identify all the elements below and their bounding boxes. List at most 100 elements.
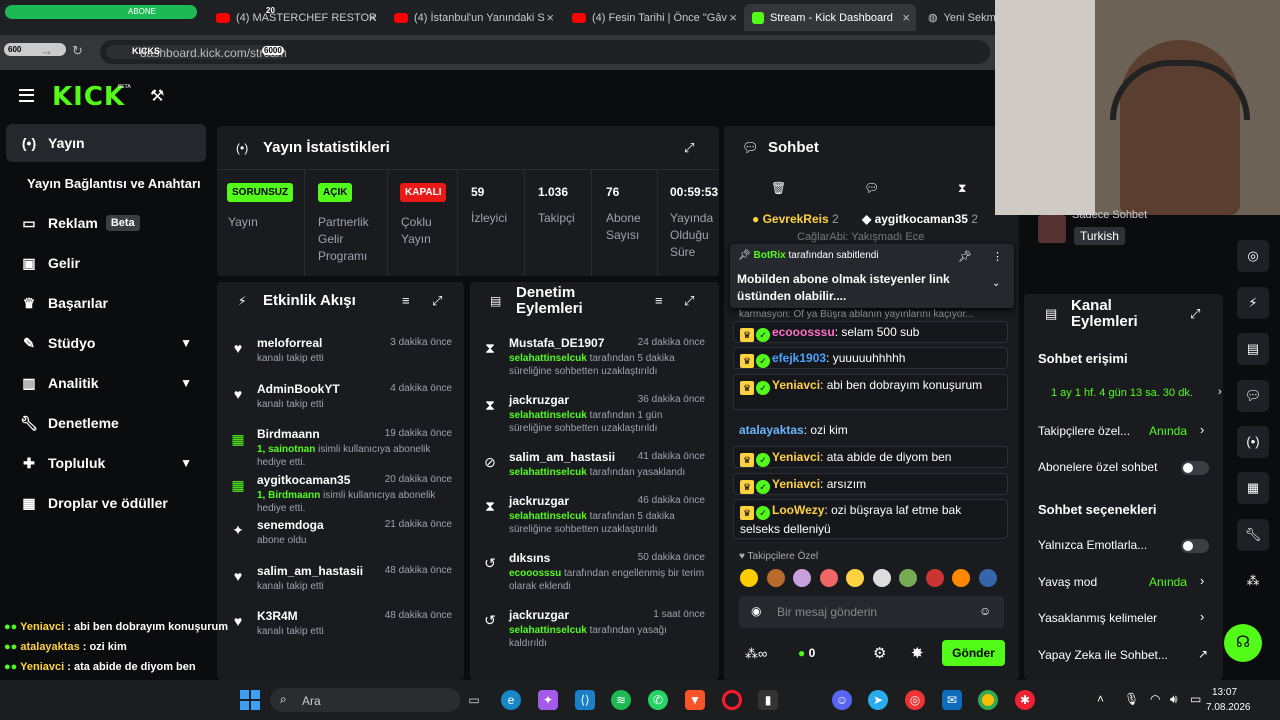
sidebar-item-denetleme[interactable]: 🔧︎ Denetleme: [6, 404, 206, 442]
brave-icon[interactable]: ▼: [685, 690, 705, 710]
emote-icon[interactable]: [872, 569, 891, 587]
ai-chat-setting[interactable]: Yapay Zeka ile Sohbet...: [1038, 648, 1168, 662]
battery-icon[interactable]: ▭: [1190, 692, 1201, 706]
sidebar-item-stream-key[interactable]: Yayın Bağlantısı ve Anahtarı: [27, 164, 227, 202]
emote-icon[interactable]: [925, 569, 944, 587]
telegram-icon[interactable]: ➤: [868, 690, 888, 710]
copilot-icon[interactable]: ✦: [538, 690, 558, 710]
activity-highlight[interactable]: 1, sainotnan: [257, 444, 315, 455]
chat-message[interactable]: ♛ ✓ LooWezy: ozi büşraya laf etme bak sels…: [733, 499, 1008, 539]
moderation-target[interactable]: jackruzgar: [509, 608, 569, 622]
tab-new[interactable]: ◍ Yeni Sekme: [928, 4, 1000, 31]
wifi-icon[interactable]: ◠: [1150, 692, 1160, 706]
chevron-right-icon[interactable]: ›: [1218, 386, 1222, 398]
reload-icon[interactable]: ↻: [72, 43, 83, 59]
chat-username[interactable]: LooWezy: [772, 503, 824, 517]
emote-icon[interactable]: [978, 569, 997, 587]
sidebar-item-studyo[interactable]: ✎ Stüdyo ▼: [6, 324, 206, 362]
hammer-icon[interactable]: ⚒: [150, 86, 164, 106]
chat-message[interactable]: atalayaktas: ozi kim: [733, 420, 1008, 439]
settings-icon[interactable]: ⚙: [873, 644, 886, 662]
app-red-icon[interactable]: ✱: [1015, 690, 1035, 710]
chevron-down-icon[interactable]: ▼: [180, 336, 192, 350]
moderator-name[interactable]: selahattinselcuk: [509, 353, 587, 364]
opera-icon[interactable]: [722, 690, 742, 710]
vscode-icon[interactable]: ⟨⟩: [575, 690, 595, 710]
clock-time[interactable]: 13:07: [1212, 687, 1237, 698]
moderation-target[interactable]: salim_am_hastasii: [509, 450, 615, 464]
chat-mode-icon[interactable]: 💬︎: [864, 181, 879, 195]
mic-icon[interactable]: 🎙︎: [1124, 692, 1139, 706]
activity-user[interactable]: senemdoga: [257, 518, 324, 532]
windows-start-icon[interactable]: [240, 690, 260, 710]
smiley-icon[interactable]: ☺: [979, 604, 991, 618]
close-icon[interactable]: ×: [902, 10, 910, 25]
quick-tool-share-icon[interactable]: ⁂: [1237, 565, 1269, 597]
chat-username[interactable]: ecooosssu: [772, 325, 835, 339]
close-icon[interactable]: ×: [729, 10, 737, 25]
kick-logo[interactable]: KICK: [52, 82, 125, 112]
quick-tool-lightning-icon[interactable]: ⚡︎: [1237, 287, 1269, 319]
chevron-right-icon[interactable]: ›: [1200, 573, 1204, 588]
filter-icon[interactable]: ≡: [402, 293, 410, 308]
tab-istanbul[interactable]: (4) İstanbul'un Yanındaki S ×: [394, 4, 554, 31]
emote-picker-icon[interactable]: ◉: [751, 604, 761, 618]
sidebar-item-gelir[interactable]: ▣ Gelir: [6, 244, 206, 282]
sidebar-item-topluluk[interactable]: ✚ Topluluk ▼: [6, 444, 206, 482]
sidebar-item-basarilar[interactable]: ♛ Başarılar: [6, 284, 206, 322]
moderation-target[interactable]: dıksıns: [509, 551, 550, 565]
expand-icon[interactable]: ⤢: [1190, 306, 1200, 322]
chrome-icon[interactable]: [978, 690, 998, 710]
clock-date[interactable]: 7.08.2026: [1206, 702, 1251, 713]
banned-words-setting[interactable]: Yasaklanmış kelimeler: [1038, 611, 1157, 625]
chevron-down-icon[interactable]: ⌄: [992, 278, 1000, 289]
tab-fesin[interactable]: (4) Fesin Tarihi | Önce "Gâv ×: [572, 4, 737, 31]
emote-icon[interactable]: [846, 569, 864, 587]
close-icon[interactable]: ×: [368, 10, 376, 25]
quick-tool-broadcast-icon[interactable]: (•): [1237, 426, 1269, 458]
more-icon[interactable]: ⋮: [992, 250, 1003, 263]
activity-user[interactable]: aygitkocaman35: [257, 473, 350, 487]
sidebar-item-yayin[interactable]: (•) Yayın: [6, 124, 206, 162]
obs-icon[interactable]: ◎: [905, 690, 925, 710]
tray-up-icon[interactable]: ˄: [1097, 692, 1104, 706]
quick-tool-doc-icon[interactable]: ▤: [1237, 333, 1269, 365]
tab-masterchef[interactable]: (4) MASTERCHEF RESTORA ×: [216, 4, 376, 31]
slow-mode-setting[interactable]: Yavaş mod: [1038, 575, 1097, 589]
support-headset-icon[interactable]: ☊: [1224, 624, 1262, 662]
outlook-icon[interactable]: ✉: [942, 690, 962, 710]
chat-username[interactable]: atalayaktas: [739, 423, 804, 437]
chevron-right-icon[interactable]: ›: [1200, 422, 1204, 437]
file-explorer-icon[interactable]: ▭: [464, 690, 484, 710]
sidebar-item-analitik[interactable]: ▥ Analitik ▼: [6, 364, 206, 402]
followers-only-setting[interactable]: Takipçilere özel...: [1038, 424, 1130, 438]
close-icon[interactable]: ×: [546, 10, 554, 25]
activity-user[interactable]: Birdmaann: [257, 427, 320, 441]
spotify-icon[interactable]: ≋: [611, 690, 631, 710]
emote-icon[interactable]: [740, 569, 758, 587]
external-link-icon[interactable]: ↗: [1198, 647, 1208, 661]
whatsapp-icon[interactable]: ✆: [648, 690, 668, 710]
moderator-name[interactable]: selahattinselcuk: [509, 467, 587, 478]
edge-icon[interactable]: e: [501, 690, 521, 710]
chat-username[interactable]: Yeniavci: [772, 477, 820, 491]
hamburger-menu-icon[interactable]: [19, 89, 34, 102]
moderator-name[interactable]: selahattinselcuk: [509, 511, 587, 522]
filter-icon[interactable]: ≡: [655, 293, 663, 308]
kicks-icon[interactable]: ⁂∞: [745, 646, 767, 662]
moderator-name[interactable]: selahattinselcuk: [509, 625, 587, 636]
forward-icon[interactable]: →: [40, 43, 53, 58]
trash-icon[interactable]: 🗑︎: [771, 181, 786, 195]
activity-user[interactable]: meloforreal: [257, 336, 322, 350]
activity-highlight[interactable]: 1, Birdmaann: [257, 490, 320, 501]
quick-tool-camera-icon[interactable]: ◎: [1237, 240, 1269, 272]
emote-icon[interactable]: [766, 569, 785, 587]
emote-icon[interactable]: [899, 569, 917, 587]
hourglass-icon[interactable]: ⧗: [958, 181, 966, 196]
emote-icon[interactable]: [819, 569, 838, 587]
chat-username[interactable]: Yeniavci: [772, 378, 820, 392]
moderation-target[interactable]: Mustafa_DE1907: [509, 336, 604, 350]
chevron-right-icon[interactable]: ›: [1200, 609, 1204, 624]
expand-icon[interactable]: ⤢: [684, 293, 694, 309]
emote-only-toggle[interactable]: [1181, 539, 1209, 553]
